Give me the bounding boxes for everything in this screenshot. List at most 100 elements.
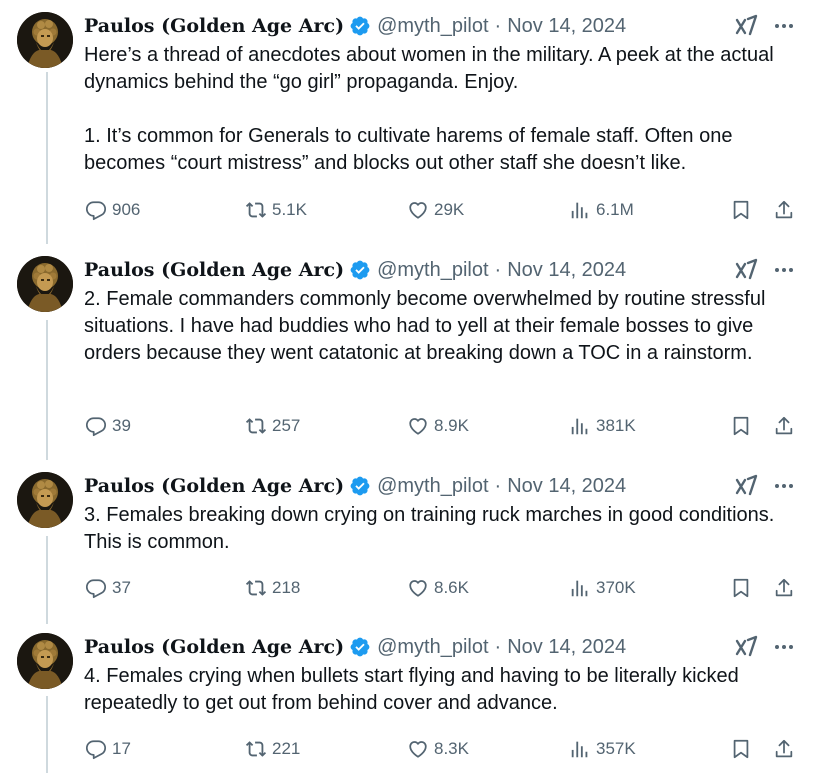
like-icon xyxy=(406,576,430,600)
tweet-text: 3. Females breaking down crying on train… xyxy=(84,502,814,556)
repost-button[interactable]: 257 xyxy=(244,412,300,440)
tweet-date[interactable]: Nov 14, 2024 xyxy=(507,636,626,659)
reply-count: 39 xyxy=(112,416,131,435)
tweet-date[interactable]: Nov 14, 2024 xyxy=(507,475,626,498)
tweet-text: 4. Females crying when bullets start fly… xyxy=(84,663,814,717)
grok-icon[interactable] xyxy=(734,258,758,282)
repost-button[interactable]: 5.1K xyxy=(244,196,307,224)
repost-icon xyxy=(244,414,268,438)
more-icon[interactable] xyxy=(770,12,798,40)
author-handle[interactable]: @myth_pilot xyxy=(377,636,488,659)
avatar[interactable] xyxy=(17,256,73,312)
author-handle[interactable]: @myth_pilot xyxy=(377,259,488,282)
avatar[interactable] xyxy=(17,472,73,528)
tweet-paragraph: Here’s a thread of anecdotes about women… xyxy=(84,44,774,93)
tweet-paragraph: 3. Females breaking down crying on train… xyxy=(84,504,775,553)
separator-dot: · xyxy=(494,258,502,281)
tweet[interactable]: Paulos (Golden Age Arc) @myth_pilot · No… xyxy=(0,472,838,612)
like-button[interactable]: 29K xyxy=(406,196,464,224)
author-handle[interactable]: @myth_pilot xyxy=(377,475,488,498)
share-icon xyxy=(772,576,796,600)
reply-count: 906 xyxy=(112,200,141,219)
tweet-date[interactable]: Nov 14, 2024 xyxy=(507,15,626,38)
more-icon[interactable] xyxy=(770,633,798,661)
like-icon xyxy=(406,737,430,761)
tweet-date[interactable]: Nov 14, 2024 xyxy=(507,259,626,282)
more-icon[interactable] xyxy=(770,256,798,284)
like-button[interactable]: 8.3K xyxy=(406,735,469,763)
reply-button[interactable]: 37 xyxy=(84,574,131,602)
author-name[interactable]: Paulos (Golden Age Arc) xyxy=(84,475,344,497)
share-icon xyxy=(772,414,796,438)
views-button[interactable]: 6.1M xyxy=(568,196,634,224)
more-icon[interactable] xyxy=(770,472,798,500)
author-name[interactable]: Paulos (Golden Age Arc) xyxy=(84,15,344,37)
views-count: 381K xyxy=(596,416,636,435)
like-icon xyxy=(406,414,430,438)
avatar[interactable] xyxy=(17,633,73,689)
action-bar: 37 218 8.6K 370K xyxy=(84,574,804,602)
bookmark-button[interactable] xyxy=(729,574,757,602)
views-icon xyxy=(568,737,592,761)
like-count: 29K xyxy=(434,200,465,219)
grok-icon[interactable] xyxy=(734,474,758,498)
reply-icon xyxy=(84,576,108,600)
tweet[interactable]: Paulos (Golden Age Arc) @myth_pilot · No… xyxy=(0,12,838,232)
verified-badge-icon xyxy=(349,15,371,37)
grok-icon[interactable] xyxy=(734,635,758,659)
separator-dot: · xyxy=(494,474,502,497)
bookmark-icon xyxy=(729,198,753,222)
share-button[interactable] xyxy=(772,574,800,602)
share-icon xyxy=(772,198,796,222)
like-button[interactable]: 8.6K xyxy=(406,574,469,602)
tweet-header: Paulos (Golden Age Arc) @myth_pilot · No… xyxy=(84,256,626,284)
action-bar: 906 5.1K 29K 6.1M xyxy=(84,196,804,224)
views-count: 370K xyxy=(596,578,636,597)
repost-button[interactable]: 221 xyxy=(244,735,300,763)
author-name[interactable]: Paulos (Golden Age Arc) xyxy=(84,636,344,658)
repost-icon xyxy=(244,576,268,600)
bookmark-button[interactable] xyxy=(729,412,757,440)
action-bar: 17 221 8.3K 357K xyxy=(84,735,804,763)
like-count: 8.3K xyxy=(434,739,469,758)
avatar[interactable] xyxy=(17,12,73,68)
author-handle[interactable]: @myth_pilot xyxy=(377,15,488,38)
reply-icon xyxy=(84,737,108,761)
share-button[interactable] xyxy=(772,735,800,763)
like-count: 8.9K xyxy=(434,416,469,435)
like-count: 8.6K xyxy=(434,578,469,597)
tweet[interactable]: Paulos (Golden Age Arc) @myth_pilot · No… xyxy=(0,256,838,456)
tweet-header: Paulos (Golden Age Arc) @myth_pilot · No… xyxy=(84,12,626,40)
tweet-text: Here’s a thread of anecdotes about women… xyxy=(84,42,814,177)
reply-button[interactable]: 39 xyxy=(84,412,131,440)
share-icon xyxy=(772,737,796,761)
author-name[interactable]: Paulos (Golden Age Arc) xyxy=(84,259,344,281)
bookmark-icon xyxy=(729,414,753,438)
share-button[interactable] xyxy=(772,412,800,440)
reply-count: 37 xyxy=(112,578,131,597)
bookmark-button[interactable] xyxy=(729,735,757,763)
verified-badge-icon xyxy=(349,259,371,281)
views-icon xyxy=(568,576,592,600)
verified-badge-icon xyxy=(349,636,371,658)
like-button[interactable]: 8.9K xyxy=(406,412,469,440)
tweet[interactable]: Paulos (Golden Age Arc) @myth_pilot · No… xyxy=(0,633,838,773)
share-button[interactable] xyxy=(772,196,800,224)
reply-button[interactable]: 17 xyxy=(84,735,131,763)
reply-icon xyxy=(84,414,108,438)
bookmark-icon xyxy=(729,576,753,600)
verified-badge-icon xyxy=(349,475,371,497)
views-count: 6.1M xyxy=(596,200,634,219)
repost-count: 5.1K xyxy=(272,200,307,219)
views-button[interactable]: 381K xyxy=(568,412,636,440)
views-button[interactable]: 357K xyxy=(568,735,636,763)
reply-button[interactable]: 906 xyxy=(84,196,140,224)
tweet-paragraph: 4. Females crying when bullets start fly… xyxy=(84,665,739,714)
grok-icon[interactable] xyxy=(734,14,758,38)
repost-button[interactable]: 218 xyxy=(244,574,300,602)
tweet-header: Paulos (Golden Age Arc) @myth_pilot · No… xyxy=(84,633,626,661)
views-count: 357K xyxy=(596,739,636,758)
views-button[interactable]: 370K xyxy=(568,574,636,602)
bookmark-button[interactable] xyxy=(729,196,757,224)
tweet-paragraph: 2. Female commanders commonly become ove… xyxy=(84,288,766,364)
